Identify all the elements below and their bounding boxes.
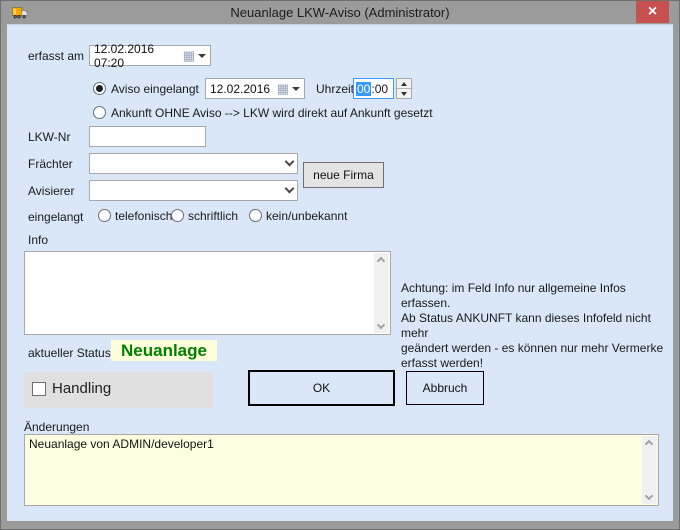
erfasst-am-value: 12.02.2016 07:20 [94,42,183,70]
neue-firma-button[interactable]: neue Firma [303,162,384,188]
avisierer-label: Avisierer [28,184,74,198]
aktueller-status-label: aktueller Status [28,346,111,360]
chevron-down-icon[interactable] [285,157,295,167]
window-title: Neuanlage LKW-Aviso (Administrator) [230,5,449,20]
calendar-icon: ▦ [183,51,195,61]
uhrzeit-label: Uhrzeit [316,82,354,96]
uhrzeit-time-input[interactable]: 00 :00 [353,78,394,99]
neue-firma-button-label: neue Firma [313,168,374,182]
truck-icon [10,6,29,23]
aenderungen-scrollbar[interactable] [642,436,657,504]
time-hours-selected[interactable]: 00 [356,82,371,96]
telefonisch-label[interactable]: telefonisch [115,209,172,223]
fraechter-label: Frächter [28,157,73,171]
dropdown-arrow-icon[interactable] [198,54,206,58]
scroll-up-icon[interactable] [377,257,385,265]
aenderungen-label: Änderungen [24,420,89,434]
titlebar: Neuanlage LKW-Aviso (Administrator) × [1,1,679,24]
radio-kein-unbekannt[interactable] [249,209,262,222]
ok-button[interactable]: OK [248,370,395,406]
chevron-down-icon[interactable] [285,184,295,194]
spinner-down-icon [401,92,407,96]
fraechter-combobox[interactable] [89,153,298,174]
close-button[interactable]: × [636,1,669,23]
lkw-nr-input[interactable] [89,126,206,147]
abbruch-button[interactable]: Abbruch [406,371,484,405]
dialog-content: erfasst am 12.02.2016 07:20 ▦ Aviso eing… [7,24,673,521]
spinner-up-button[interactable] [397,79,411,88]
kein-unbekannt-label[interactable]: kein/unbekannt [266,209,347,223]
aviso-date-value: 12.02.2016 [210,82,277,96]
info-scrollbar[interactable] [374,253,389,333]
aviso-date-picker[interactable]: 12.02.2016 ▦ [205,78,305,99]
eingelangt-label: eingelangt [28,210,83,224]
abbruch-button-label: Abbruch [423,381,468,395]
dropdown-arrow-icon[interactable] [292,87,300,91]
ankunft-ohne-aviso-label[interactable]: Ankunft OHNE Aviso --> LKW wird direkt a… [111,106,433,120]
info-warning-text: Achtung: im Feld Info nur allgemeine Inf… [401,281,676,371]
close-icon: × [648,3,657,21]
scroll-down-icon[interactable] [645,492,653,500]
status-badge: Neuanlage [111,340,217,361]
avisierer-combobox[interactable] [89,180,298,201]
lkw-nr-label: LKW-Nr [28,130,70,144]
scroll-down-icon[interactable] [377,321,385,329]
spinner-up-icon [401,82,407,86]
time-spinner [396,78,412,99]
scroll-up-icon[interactable] [645,440,653,448]
lkw-aviso-dialog: Neuanlage LKW-Aviso (Administrator) × er… [0,0,680,530]
time-minutes[interactable]: :00 [371,82,388,96]
erfasst-am-label: erfasst am [28,49,84,63]
aenderungen-textarea[interactable]: Neuanlage von ADMIN/developer1 [24,434,659,506]
handling-checkbox[interactable] [32,382,46,396]
radio-schriftlich[interactable] [171,209,184,222]
aenderungen-value: Neuanlage von ADMIN/developer1 [29,437,214,451]
radio-ankunft-ohne-aviso[interactable] [93,106,106,119]
spinner-down-button[interactable] [397,88,411,98]
info-textarea[interactable] [24,251,391,335]
handling-label[interactable]: Handling [52,380,111,397]
erfasst-am-datetime-picker[interactable]: 12.02.2016 07:20 ▦ [89,45,211,66]
calendar-icon: ▦ [277,84,289,94]
aviso-eingelangt-label[interactable]: Aviso eingelangt [111,82,199,96]
radio-aviso-eingelangt[interactable] [93,82,106,95]
ok-button-label: OK [313,381,330,395]
info-label: Info [28,233,48,247]
radio-telefonisch[interactable] [98,209,111,222]
schriftlich-label[interactable]: schriftlich [188,209,238,223]
